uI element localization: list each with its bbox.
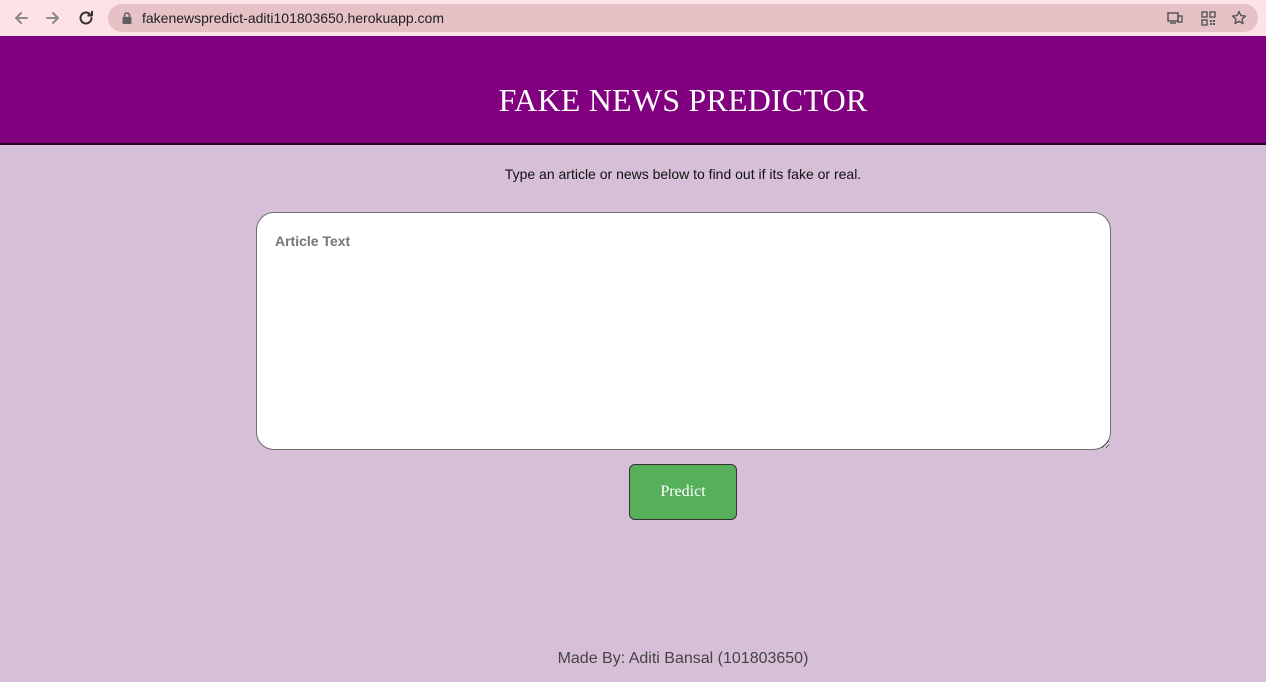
star-icon[interactable] <box>1230 9 1248 27</box>
predict-button[interactable]: Predict <box>629 464 737 520</box>
page-title: FAKE NEWS PREDICTOR <box>498 82 868 118</box>
site-header: FAKE NEWS PREDICTOR <box>0 36 1266 145</box>
address-bar[interactable]: fakenewspredict-aditi101803650.herokuapp… <box>108 4 1258 32</box>
instructions-text: Type an article or news below to find ou… <box>504 166 862 182</box>
footer-credit: Made By: Aditi Bansal (101803650) <box>557 650 809 667</box>
lock-icon <box>122 12 132 24</box>
forward-arrow-icon[interactable] <box>41 6 65 30</box>
back-arrow-icon[interactable] <box>9 6 33 30</box>
cast-icon[interactable] <box>1166 9 1184 27</box>
url-text: fakenewspredict-aditi101803650.herokuapp… <box>142 10 444 26</box>
browser-toolbar: fakenewspredict-aditi101803650.herokuapp… <box>0 0 1266 36</box>
qr-code-icon[interactable] <box>1199 9 1217 27</box>
reload-icon[interactable] <box>74 6 98 30</box>
article-text-input[interactable] <box>256 212 1111 450</box>
